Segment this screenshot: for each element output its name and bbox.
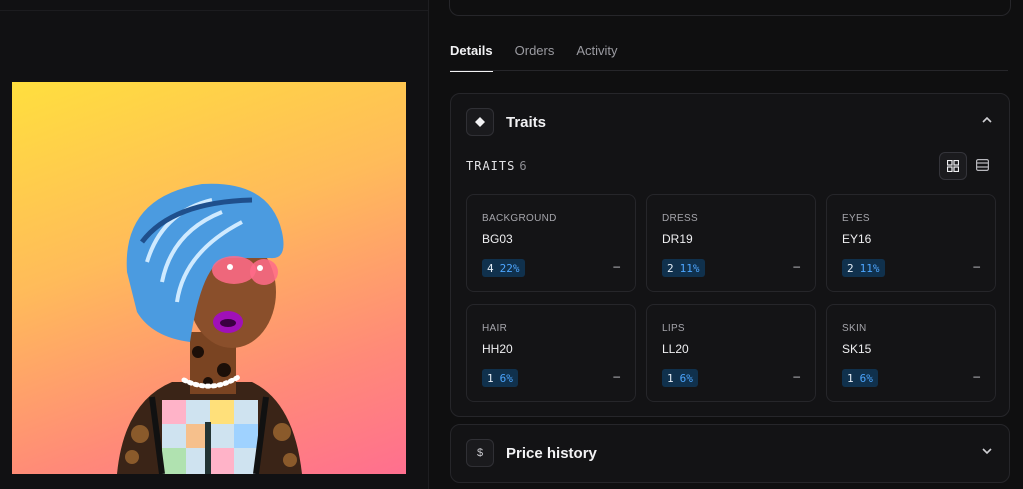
trait-percent: 11% xyxy=(679,261,700,275)
traits-count: 6 xyxy=(519,159,528,173)
trait-value: LL20 xyxy=(662,342,689,356)
trait-card[interactable]: BACKGROUND BG03 4 22% – xyxy=(466,194,636,292)
trait-type: DRESS xyxy=(662,213,698,224)
trait-percent: 6% xyxy=(499,371,513,385)
trait-count: 2 xyxy=(847,261,854,275)
traits-list-label: TRAITS xyxy=(466,159,516,173)
trait-type: SKIN xyxy=(842,323,867,334)
trait-rarity-badge: 2 11% xyxy=(842,259,885,277)
diamond-icon xyxy=(466,108,494,136)
trait-type: HAIR xyxy=(482,323,508,334)
trait-type: BACKGROUND xyxy=(482,213,557,224)
nft-artwork-image[interactable] xyxy=(12,82,406,474)
trait-card[interactable]: SKIN SK15 1 6% – xyxy=(826,304,996,402)
divider xyxy=(0,10,428,11)
tab-details[interactable]: Details xyxy=(450,43,493,72)
trait-value: DR19 xyxy=(662,232,693,246)
trait-floor-price: – xyxy=(793,259,800,273)
trait-card[interactable]: HAIR HH20 1 6% – xyxy=(466,304,636,402)
tab-orders[interactable]: Orders xyxy=(515,43,555,72)
trait-card[interactable]: EYES EY16 2 11% – xyxy=(826,194,996,292)
trait-value: SK15 xyxy=(842,342,872,356)
price-history-card[interactable]: $ Price history xyxy=(450,424,1010,483)
trait-floor-price: – xyxy=(613,259,620,273)
traits-title: Traits xyxy=(506,113,547,131)
previous-card-edge xyxy=(449,0,1011,16)
traits-header[interactable]: Traits xyxy=(466,108,546,136)
trait-value: BG03 xyxy=(482,232,513,246)
trait-rarity-badge: 1 6% xyxy=(482,369,518,387)
trait-rarity-badge: 2 11% xyxy=(662,259,705,277)
trait-count: 2 xyxy=(667,261,674,275)
grid-view-icon[interactable] xyxy=(939,152,967,180)
tabs-divider xyxy=(450,70,1008,71)
detail-tabs: Details Orders Activity xyxy=(450,43,640,72)
trait-value: HH20 xyxy=(482,342,513,356)
trait-percent: 6% xyxy=(859,371,873,385)
trait-percent: 11% xyxy=(859,261,880,275)
trait-type: EYES xyxy=(842,213,870,224)
media-pane xyxy=(0,0,429,489)
chevron-up-icon[interactable] xyxy=(981,114,993,129)
price-history-title: Price history xyxy=(506,444,597,462)
traits-card: Traits TRAITS 6 BACKGROUND BG03 4 22% – DR… xyxy=(450,93,1010,417)
dollar-icon: $ xyxy=(466,439,494,467)
trait-floor-price: – xyxy=(793,369,800,383)
trait-floor-price: – xyxy=(973,369,980,383)
price-history-header[interactable]: $ Price history xyxy=(466,439,597,467)
trait-rarity-badge: 1 6% xyxy=(662,369,698,387)
trait-count: 1 xyxy=(847,371,854,385)
trait-card[interactable]: LIPS LL20 1 6% – xyxy=(646,304,816,402)
trait-floor-price: – xyxy=(613,369,620,383)
trait-rarity-badge: 1 6% xyxy=(842,369,878,387)
trait-floor-price: – xyxy=(973,259,980,273)
chevron-down-icon[interactable] xyxy=(981,445,993,460)
tab-activity[interactable]: Activity xyxy=(576,43,617,72)
trait-type: LIPS xyxy=(662,323,685,334)
trait-percent: 22% xyxy=(499,261,520,275)
list-view-icon[interactable] xyxy=(969,152,995,178)
trait-count: 1 xyxy=(667,371,674,385)
trait-value: EY16 xyxy=(842,232,872,246)
traits-count-label: TRAITS 6 xyxy=(466,159,528,173)
trait-percent: 6% xyxy=(679,371,693,385)
trait-rarity-badge: 4 22% xyxy=(482,259,525,277)
trait-count: 1 xyxy=(487,371,494,385)
trait-card[interactable]: DRESS DR19 2 11% – xyxy=(646,194,816,292)
trait-count: 4 xyxy=(487,261,494,275)
